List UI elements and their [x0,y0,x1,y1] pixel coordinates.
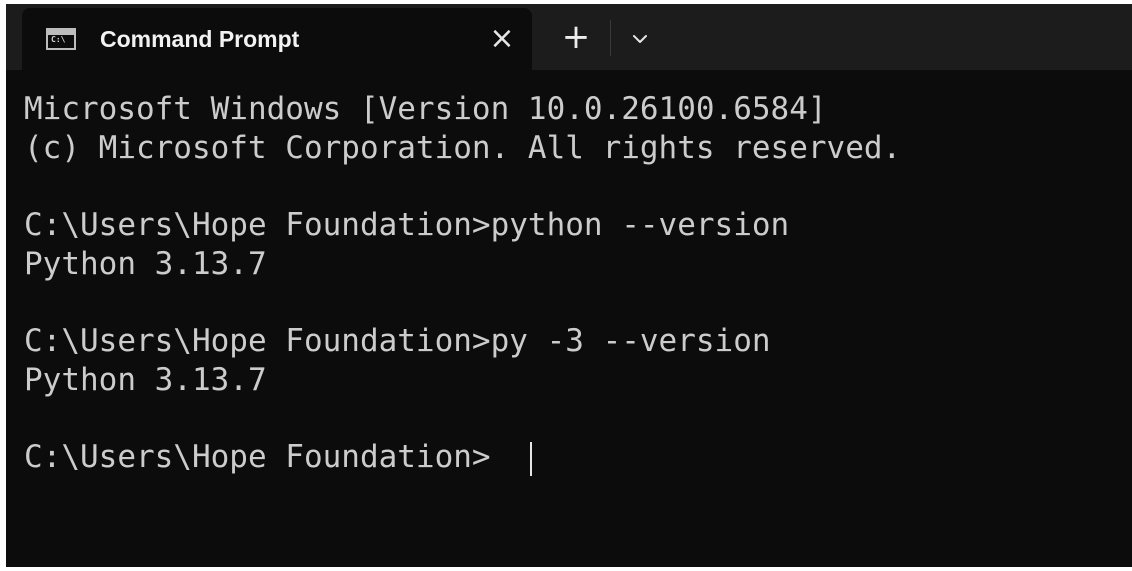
tab-title: Command Prompt [100,26,300,52]
terminal-line: Microsoft Windows [Version 10.0.26100.65… [24,91,827,127]
terminal-line: Python 3.13.7 [24,362,267,398]
text-cursor [530,442,532,476]
plus-icon[interactable]: + [554,18,598,58]
close-icon[interactable]: × [484,22,520,58]
terminal-prompt-line: C:\Users\Hope Foundation> [24,439,491,475]
title-bar: C:\ Command Prompt × + [6,4,1132,70]
cmd-icon: C:\ [46,28,76,50]
terminal-line: (c) Microsoft Corporation. All rights re… [24,130,902,166]
terminal-line: Python 3.13.7 [24,246,267,282]
tab-command-prompt[interactable]: C:\ Command Prompt × [22,8,532,70]
terminal-line: C:\Users\Hope Foundation>py -3 --version [24,323,771,359]
terminal-window: C:\ Command Prompt × + Microsoft Windows… [6,4,1132,567]
chevron-down-icon[interactable] [620,20,660,56]
tab-divider [610,20,611,56]
terminal-line: C:\Users\Hope Foundation>python --versio… [24,207,790,243]
terminal-output[interactable]: Microsoft Windows [Version 10.0.26100.65… [6,70,1132,567]
